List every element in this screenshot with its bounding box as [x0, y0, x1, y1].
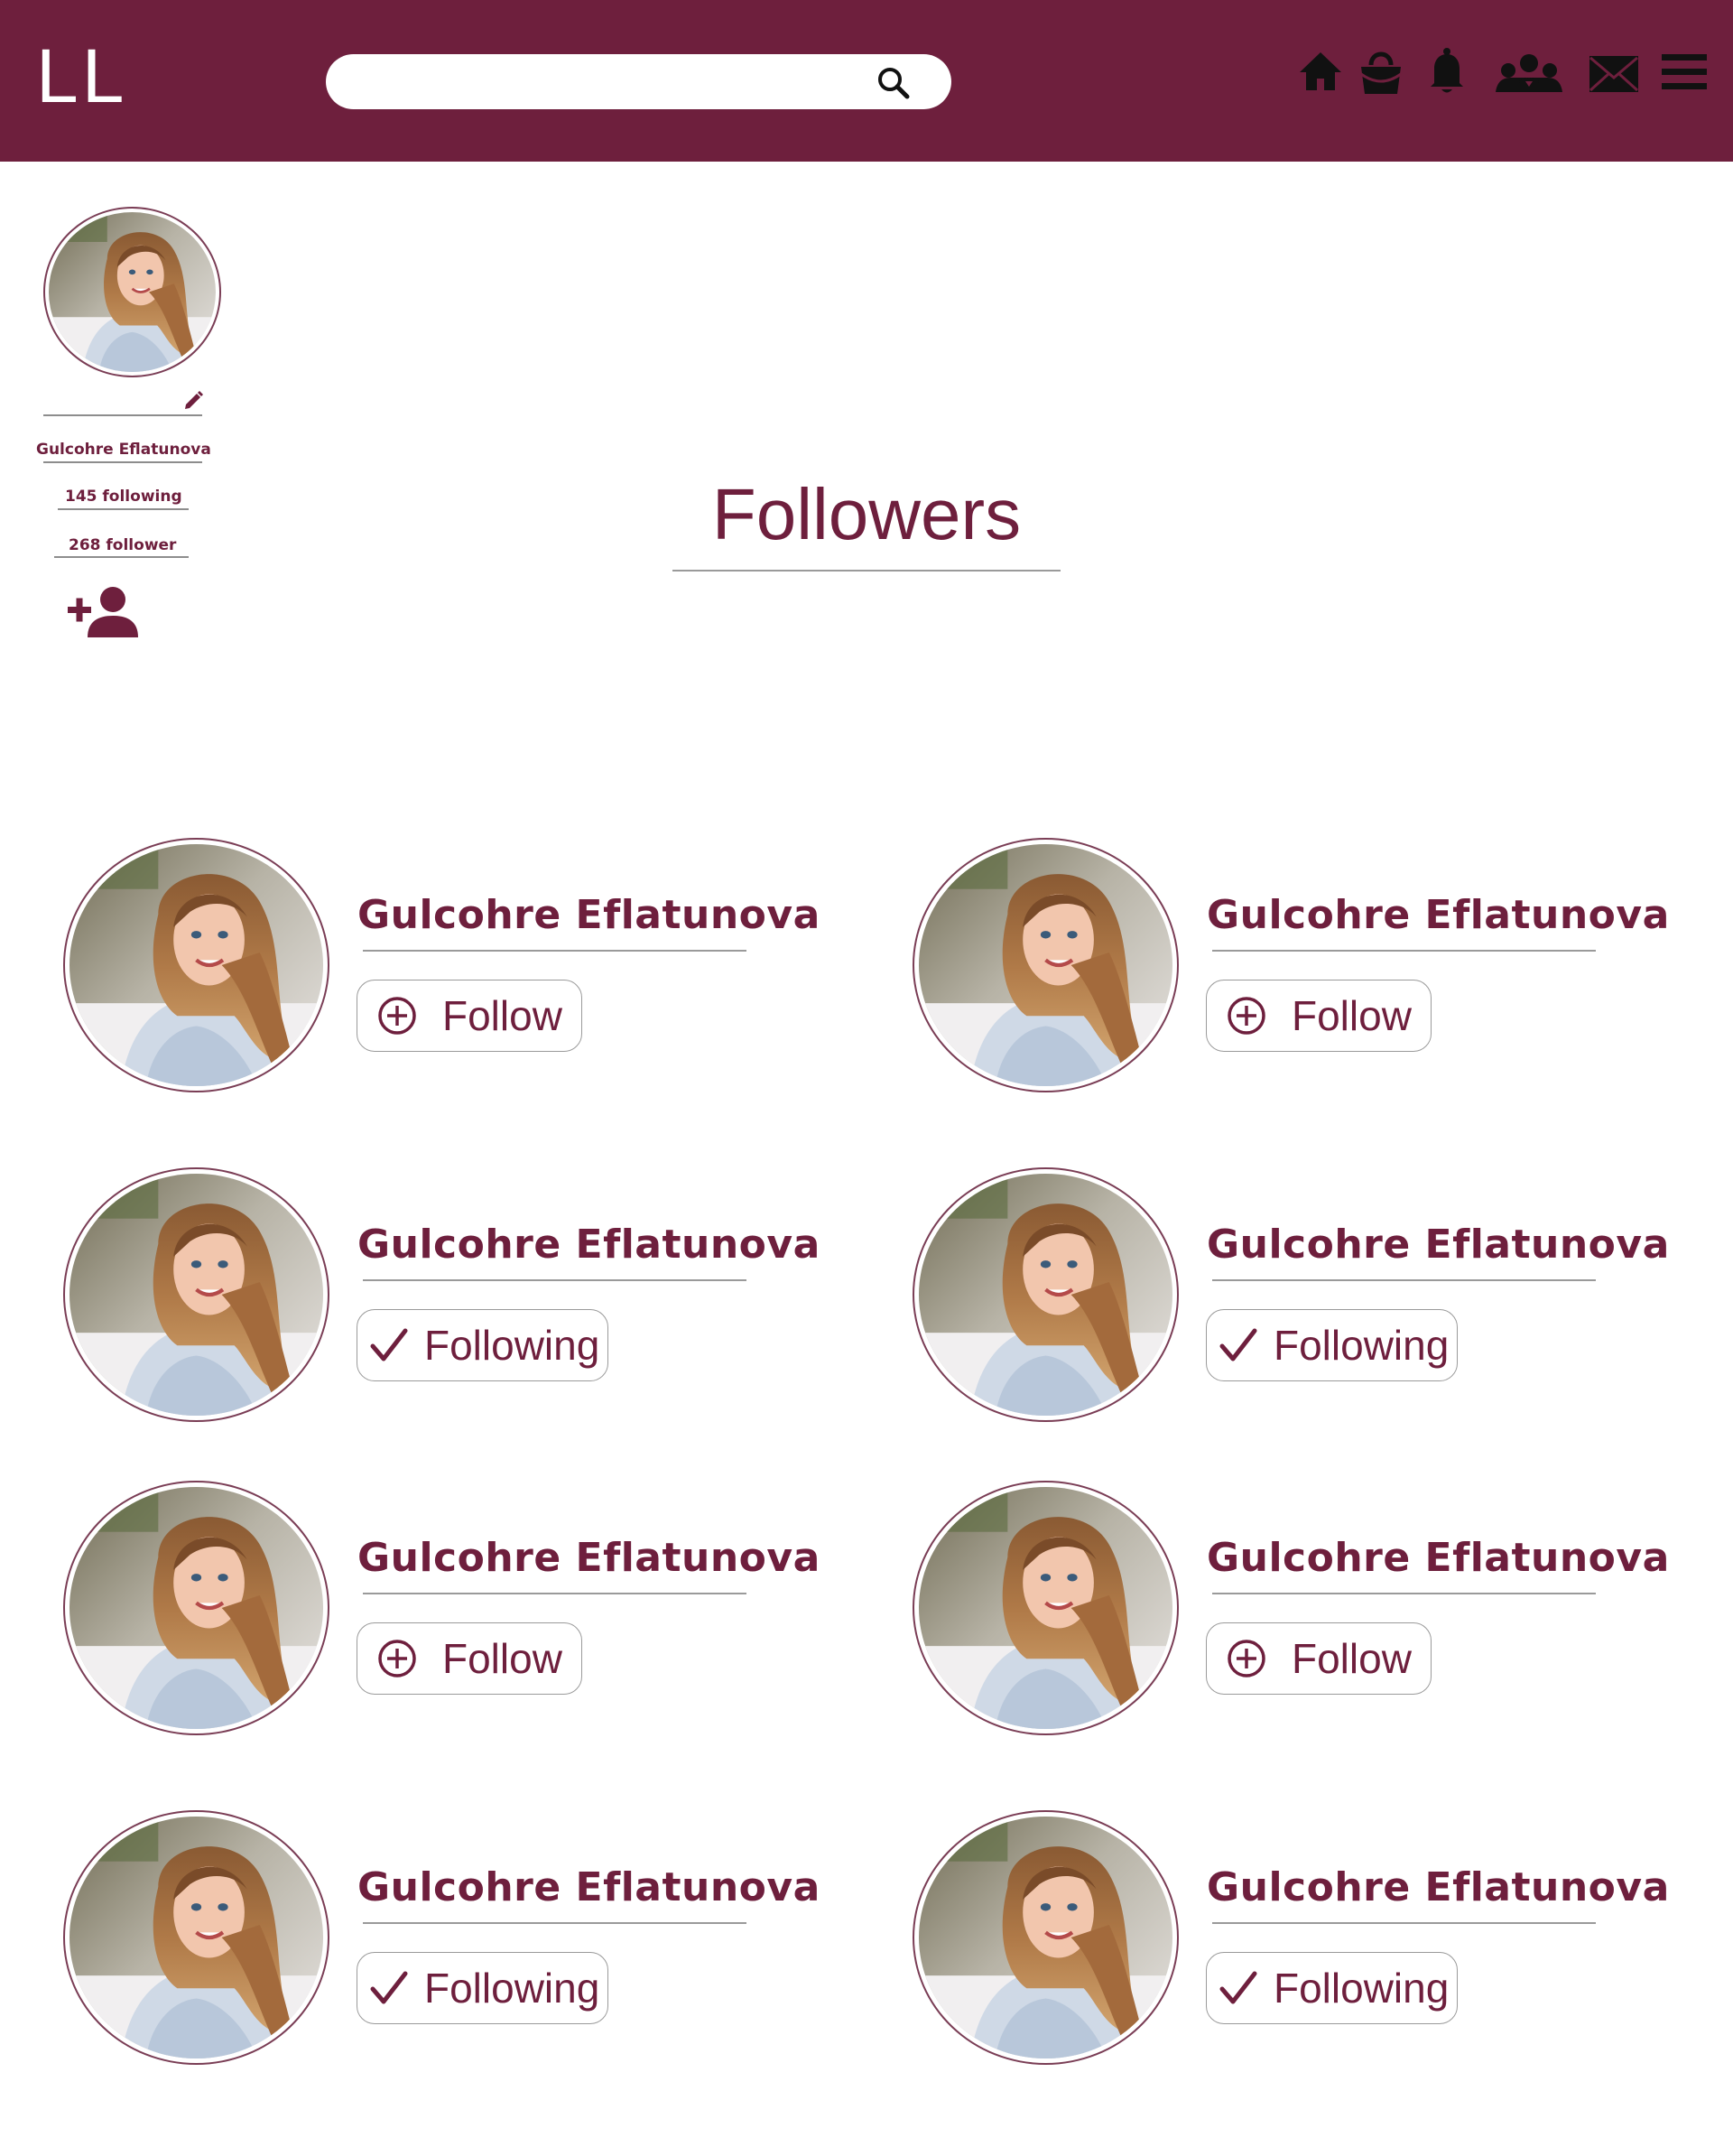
button-label: Following [1274, 1965, 1450, 2012]
bell-icon[interactable] [1429, 47, 1465, 99]
following-button[interactable]: Following [357, 1952, 608, 2024]
follow-button[interactable]: Follow [1206, 980, 1432, 1052]
follower-card: Gulcohre Eflatunova Follow [63, 838, 839, 1109]
follower-avatar[interactable] [913, 838, 1179, 1092]
button-label: Following [424, 1965, 600, 2012]
name-underline [1212, 1279, 1596, 1281]
follower-avatar[interactable] [913, 1167, 1179, 1422]
add-user-icon[interactable] [66, 585, 138, 641]
check-icon [1219, 1971, 1257, 2004]
follower-name[interactable]: Gulcohre Eflatunova [357, 1864, 820, 1910]
menu-icon[interactable] [1662, 52, 1707, 96]
follower-card: Gulcohre Eflatunova Follow [913, 838, 1689, 1109]
home-icon[interactable] [1298, 49, 1343, 98]
button-label: Follow [1292, 992, 1412, 1039]
name-underline [363, 1922, 746, 1924]
follower-name[interactable]: Gulcohre Eflatunova [1207, 1535, 1670, 1581]
app-logo[interactable]: LL [36, 38, 127, 114]
follower-name[interactable]: Gulcohre Eflatunova [1207, 1864, 1670, 1910]
follower-card: Gulcohre Eflatunova Following [913, 1810, 1689, 2081]
following-button[interactable]: Following [1206, 1309, 1458, 1381]
follower-avatar[interactable] [63, 838, 329, 1092]
plus-circle-icon [378, 1640, 416, 1677]
follower-avatar[interactable] [913, 1481, 1179, 1735]
mail-icon[interactable] [1589, 54, 1639, 98]
following-button[interactable]: Following [357, 1309, 608, 1381]
pencil-icon[interactable] [182, 390, 204, 415]
follow-button[interactable]: Follow [357, 980, 582, 1052]
top-bar: LL [0, 0, 1733, 162]
follower-name[interactable]: Gulcohre Eflatunova [1207, 892, 1670, 938]
follower-avatar[interactable] [63, 1167, 329, 1422]
follower-card: Gulcohre Eflatunova Following [63, 1810, 839, 2081]
button-label: Follow [442, 1635, 562, 1682]
followers-count[interactable]: 268 follower [69, 536, 176, 554]
community-icon[interactable] [1496, 51, 1562, 98]
search-bar [326, 54, 951, 109]
plus-circle-icon [1228, 1640, 1265, 1677]
divider [58, 508, 189, 510]
check-icon [370, 1971, 408, 2004]
button-label: Follow [442, 992, 562, 1039]
plus-circle-icon [378, 997, 416, 1035]
follower-name[interactable]: Gulcohre Eflatunova [357, 1222, 820, 1268]
button-label: Following [424, 1322, 600, 1369]
follower-card: Gulcohre Eflatunova Following [63, 1167, 839, 1438]
follower-card: Gulcohre Eflatunova Following [913, 1167, 1689, 1438]
check-icon [370, 1328, 408, 1361]
divider [54, 556, 189, 558]
follower-name[interactable]: Gulcohre Eflatunova [357, 1535, 820, 1581]
check-icon [1219, 1328, 1257, 1361]
follower-name[interactable]: Gulcohre Eflatunova [357, 892, 820, 938]
search-input[interactable] [351, 63, 866, 100]
follower-card: Gulcohre Eflatunova Follow [63, 1481, 839, 1752]
divider [43, 461, 202, 463]
follower-card: Gulcohre Eflatunova Follow [913, 1481, 1689, 1752]
follow-button[interactable]: Follow [1206, 1622, 1432, 1695]
follower-avatar[interactable] [63, 1810, 329, 2065]
name-underline [1212, 950, 1596, 952]
search-icon[interactable] [874, 63, 913, 103]
follower-name[interactable]: Gulcohre Eflatunova [1207, 1222, 1670, 1268]
profile-avatar[interactable] [43, 207, 221, 377]
divider [43, 414, 202, 416]
following-count[interactable]: 145 following [65, 488, 182, 506]
title-underline [672, 570, 1061, 572]
button-label: Following [1274, 1322, 1450, 1369]
button-label: Follow [1292, 1635, 1412, 1682]
name-underline [1212, 1922, 1596, 1924]
follow-button[interactable]: Follow [357, 1622, 582, 1695]
name-underline [363, 1593, 746, 1594]
follower-avatar[interactable] [913, 1810, 1179, 2065]
name-underline [363, 1279, 746, 1281]
name-underline [363, 950, 746, 952]
shopping-bag-icon[interactable] [1358, 47, 1404, 99]
follower-avatar[interactable] [63, 1481, 329, 1735]
following-button[interactable]: Following [1206, 1952, 1458, 2024]
plus-circle-icon [1228, 997, 1265, 1035]
profile-name[interactable]: Gulcohre Eflatunova [36, 441, 211, 459]
name-underline [1212, 1593, 1596, 1594]
page-title: Followers [711, 474, 1022, 554]
